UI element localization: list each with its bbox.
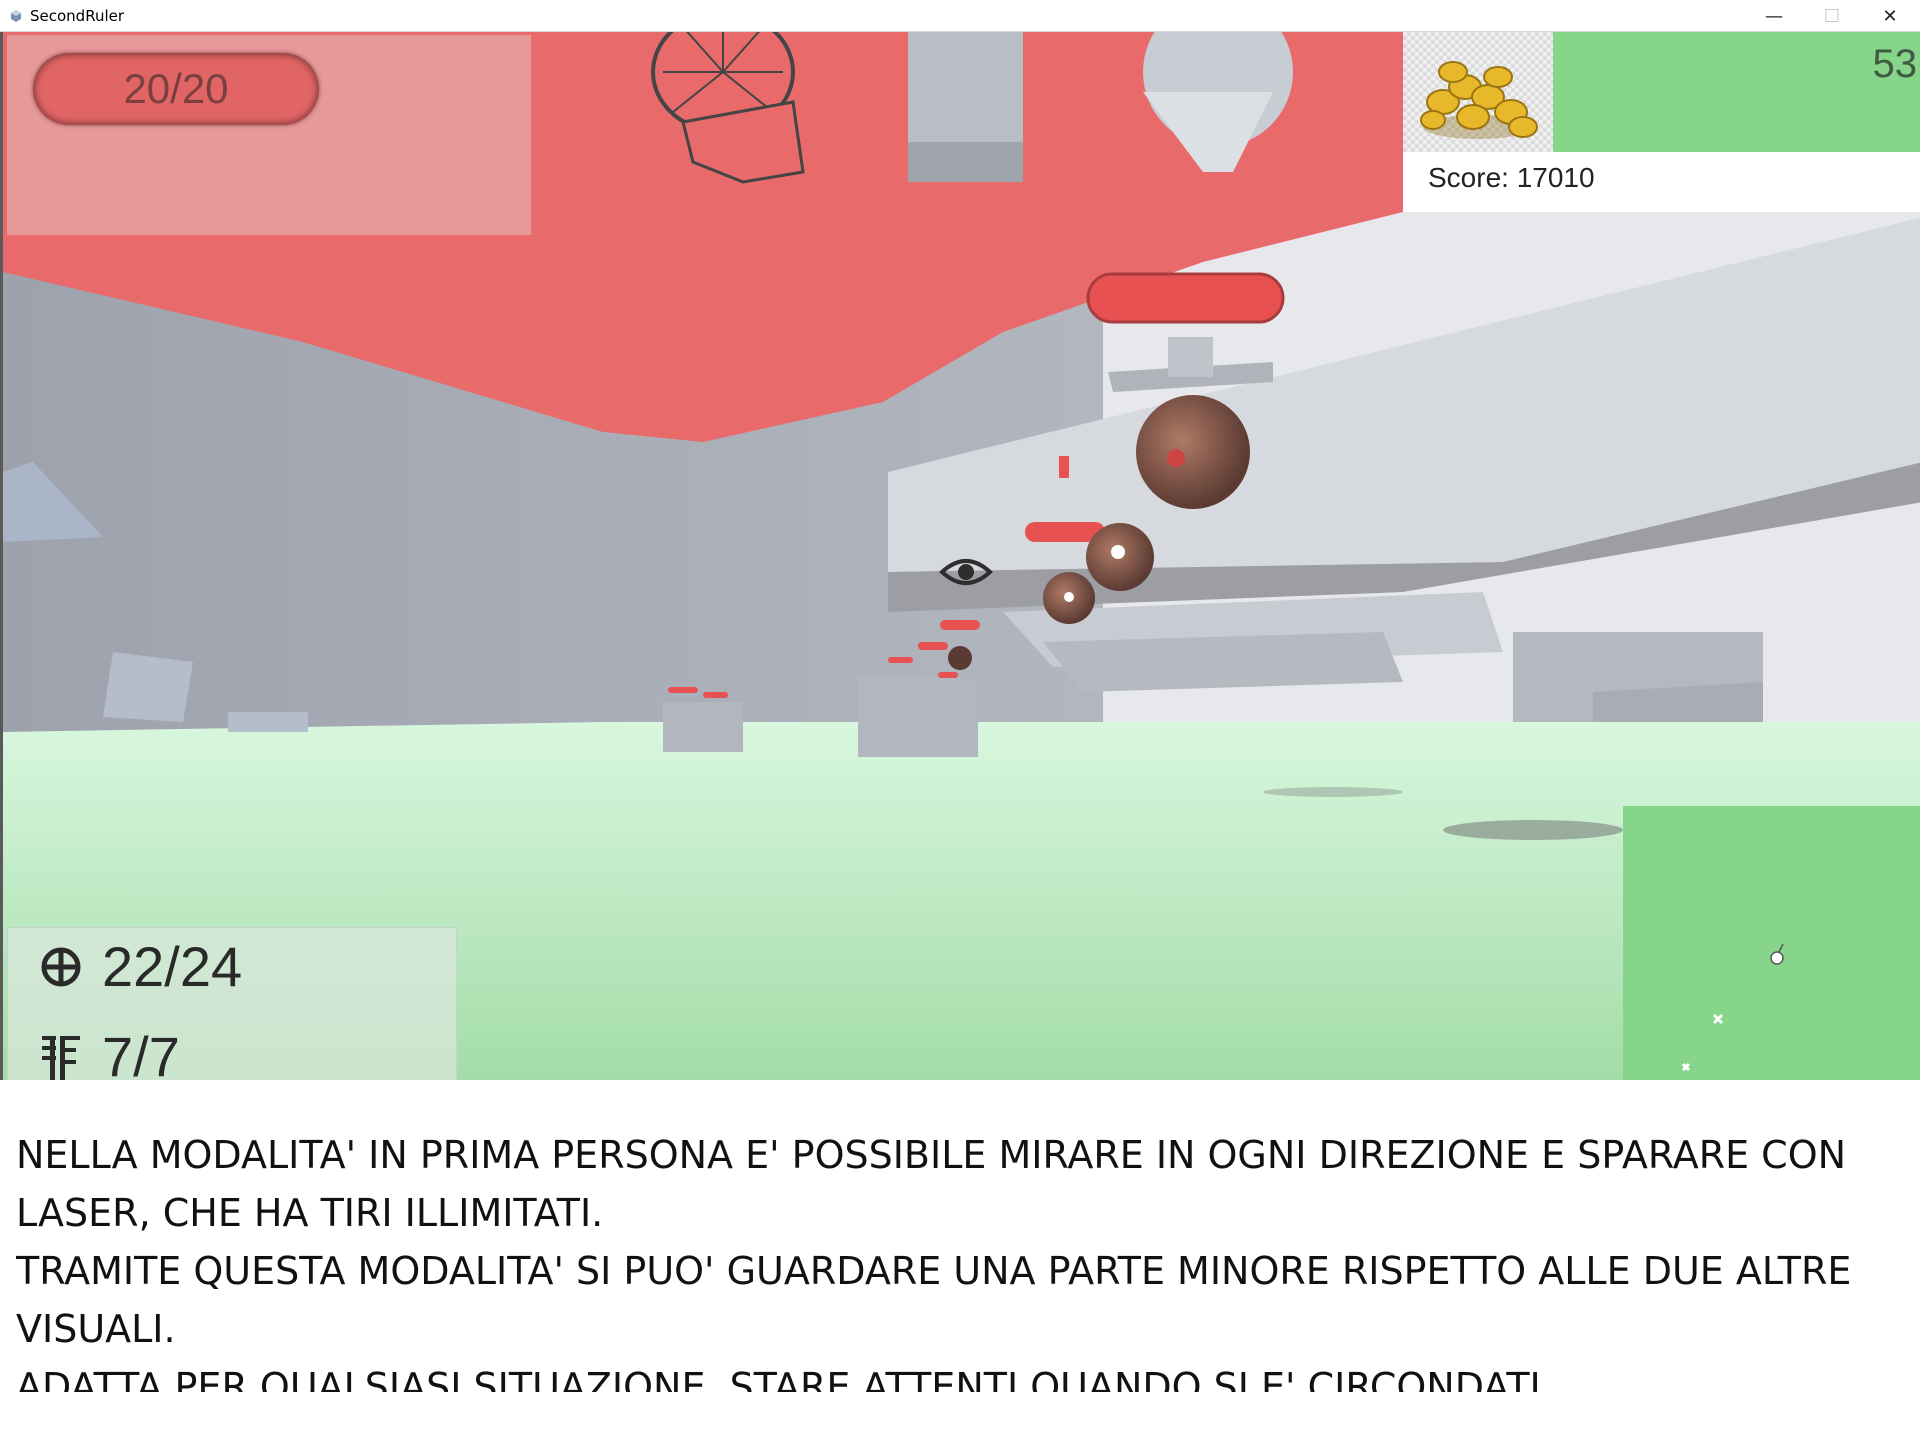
- minimize-button[interactable]: —: [1745, 0, 1803, 32]
- coin-counter: 53: [1553, 32, 1920, 152]
- score-label: Score: 17010: [1428, 162, 1595, 193]
- magazine-row: 7/7: [38, 1024, 180, 1080]
- ammo-row: 22/24: [38, 934, 242, 999]
- magazine-count: 7/7: [102, 1025, 180, 1080]
- close-button[interactable]: ✕: [1861, 0, 1919, 32]
- coin-count: 53: [1872, 42, 1918, 86]
- health-value: 20/20: [123, 65, 229, 112]
- description-line-2: TRAMITE QUESTA MODALITA' SI PUO' GUARDAR…: [16, 1249, 1852, 1351]
- health-bar: 20/20: [33, 53, 319, 125]
- description-text: NELLA MODALITA' IN PRIMA PERSONA E' POSS…: [16, 1126, 1906, 1392]
- ammo-panel: 22/24 7/7: [7, 927, 457, 1080]
- ammo-icon: [42, 1035, 80, 1080]
- app-icon: [11, 10, 21, 22]
- health-panel: 20/20: [7, 35, 531, 235]
- description-line-1: NELLA MODALITA' IN PRIMA PERSONA E' POSS…: [16, 1133, 1847, 1235]
- ammo-count: 22/24: [102, 935, 243, 998]
- minimap: [1623, 806, 1920, 1080]
- maximize-button[interactable]: ☐: [1803, 0, 1861, 32]
- score-panel: 53 Score: 17010: [1403, 32, 1920, 212]
- crosshair-icon: [41, 947, 81, 986]
- game-viewport[interactable]: 20/20 53 Score: 17010 22/24 7/7: [0, 32, 1920, 1080]
- description-line-3: ADATTA PER QUALSIASI SITUAZIONE, STARE A…: [16, 1365, 1553, 1392]
- window-title: SecondRuler: [30, 7, 125, 25]
- coins-icon: [1403, 32, 1553, 152]
- eye-icon: [939, 559, 993, 585]
- window-titlebar: SecondRuler — ☐ ✕: [0, 0, 1920, 32]
